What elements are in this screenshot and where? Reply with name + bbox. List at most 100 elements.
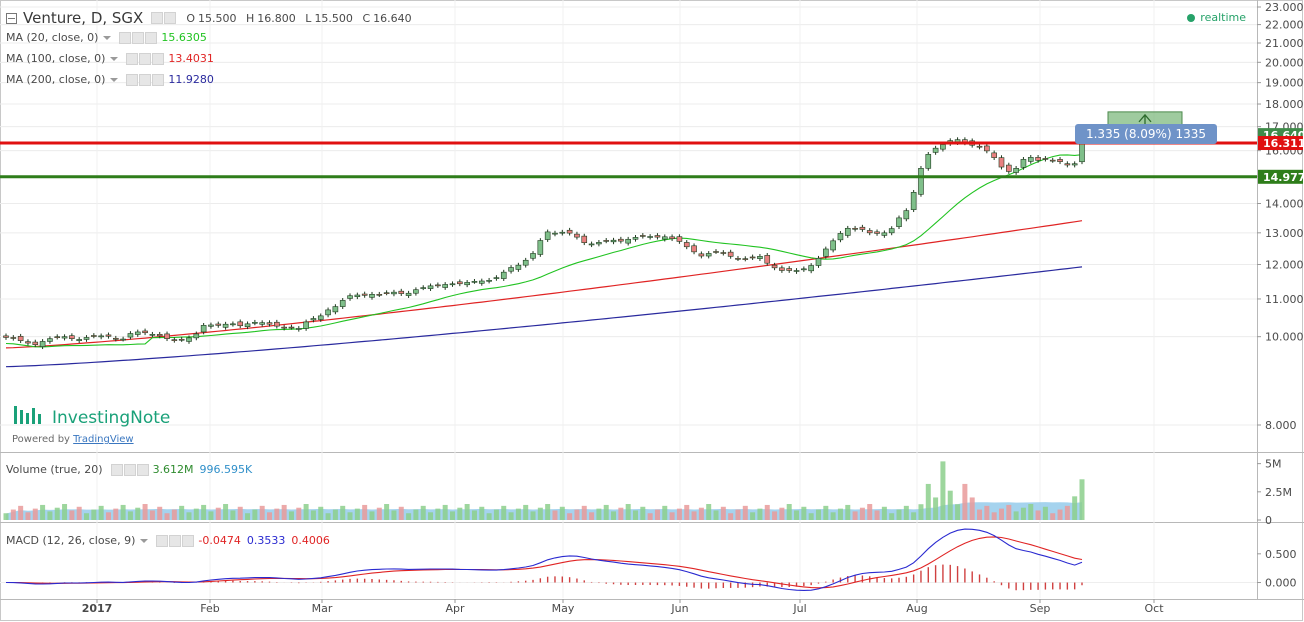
candle xyxy=(844,227,851,236)
volume-controls[interactable] xyxy=(110,463,149,476)
chevron-down-icon[interactable] xyxy=(103,35,112,40)
volume-bar xyxy=(376,507,382,520)
candle xyxy=(1064,163,1071,166)
volume-bar xyxy=(428,512,434,520)
candle xyxy=(252,321,258,324)
candle xyxy=(918,168,924,195)
volume-bar xyxy=(735,509,741,520)
gear-icon[interactable] xyxy=(169,534,182,547)
volume-bar xyxy=(245,513,251,520)
candle xyxy=(435,284,441,287)
candle xyxy=(178,338,185,341)
chevron-down-icon[interactable] xyxy=(110,77,119,82)
collapse-icon[interactable] xyxy=(6,12,17,24)
candle xyxy=(764,255,771,264)
candle xyxy=(295,328,302,330)
close-icon[interactable] xyxy=(182,534,195,547)
eye-icon[interactable] xyxy=(119,31,132,44)
brand-logo[interactable]: InvestingNote xyxy=(12,404,170,428)
ma100-controls[interactable] xyxy=(126,52,165,65)
candle xyxy=(339,300,346,307)
candle xyxy=(508,267,514,272)
candle xyxy=(25,341,31,344)
eye-icon[interactable] xyxy=(126,52,139,65)
gear-icon[interactable] xyxy=(139,73,152,86)
symbol-title: Venture, D, SGX xyxy=(23,9,144,27)
candle xyxy=(998,157,1005,168)
chevron-down-icon[interactable] xyxy=(110,56,119,61)
high-value: 16.800 xyxy=(257,11,296,25)
candle xyxy=(427,285,434,289)
eye-icon[interactable] xyxy=(110,463,123,476)
chart-canvas[interactable]: 8.00010.00011.00012.00013.00014.00015.00… xyxy=(0,0,1304,622)
candle xyxy=(383,292,390,294)
eye-icon[interactable] xyxy=(151,12,164,24)
powered-by: Powered by TradingView xyxy=(12,434,170,445)
macd-legend: MACD (12, 26, close, 9) -0.0474 0.3533 0… xyxy=(6,534,330,547)
candle xyxy=(515,264,522,270)
volume-bar xyxy=(977,509,983,520)
ma200-controls[interactable] xyxy=(126,73,165,86)
eye-icon[interactable] xyxy=(156,534,169,547)
volume-bar xyxy=(3,513,9,520)
candle xyxy=(1071,163,1078,166)
volume-bar xyxy=(581,505,587,520)
gear-icon[interactable] xyxy=(164,12,177,24)
volume-bar xyxy=(530,511,536,520)
candle xyxy=(632,237,639,240)
candle xyxy=(32,341,39,345)
tradingview-link[interactable]: TradingView xyxy=(73,434,133,445)
candle xyxy=(581,235,588,243)
realtime-status: realtime xyxy=(1187,11,1246,24)
candle xyxy=(976,145,983,148)
ma100-legend: MA (100, close, 0) 13.4031 xyxy=(6,52,214,65)
candle xyxy=(940,144,946,150)
volume-bar xyxy=(450,511,456,520)
volume-bar xyxy=(208,511,214,520)
volume-bar xyxy=(464,504,470,520)
candle xyxy=(618,238,624,242)
close-icon[interactable] xyxy=(145,31,158,44)
candle xyxy=(654,235,661,238)
low-label: L xyxy=(305,11,312,25)
volume-bar xyxy=(596,508,602,520)
volume-bar xyxy=(801,506,807,520)
candle xyxy=(317,315,324,320)
eye-icon[interactable] xyxy=(126,73,139,86)
volume-bar xyxy=(201,504,207,520)
volume-bar xyxy=(223,504,229,520)
candle xyxy=(3,335,9,338)
y-tick-label: 11.000 xyxy=(1265,293,1304,306)
volume-bar xyxy=(713,510,719,520)
close-icon[interactable] xyxy=(152,52,165,65)
candle xyxy=(727,251,734,257)
gear-icon[interactable] xyxy=(123,463,136,476)
macd-controls[interactable] xyxy=(156,534,195,547)
x-tick-label: Mar xyxy=(312,602,333,615)
candle xyxy=(134,331,141,335)
candle xyxy=(105,334,112,337)
candle xyxy=(186,337,192,342)
candle xyxy=(1027,157,1034,162)
close-icon[interactable] xyxy=(136,463,149,476)
close-icon[interactable] xyxy=(152,73,165,86)
gear-icon[interactable] xyxy=(132,31,145,44)
ma20-label: MA (20, close, 0) xyxy=(6,31,99,44)
candle xyxy=(610,239,617,243)
candle xyxy=(683,242,690,248)
symbol-controls[interactable] xyxy=(151,12,177,24)
volume-bar xyxy=(881,506,887,520)
volume-bar xyxy=(325,513,331,520)
gear-icon[interactable] xyxy=(139,52,152,65)
chevron-down-icon[interactable] xyxy=(140,538,149,543)
candle xyxy=(852,227,858,230)
volume-bar xyxy=(918,504,924,520)
volume-bar xyxy=(779,507,785,520)
ma20-controls[interactable] xyxy=(119,31,158,44)
candle xyxy=(1013,168,1019,173)
candle xyxy=(266,322,273,325)
candle xyxy=(837,233,844,241)
candle xyxy=(413,289,419,294)
y-tick-label: 14.000 xyxy=(1265,197,1304,210)
y-tick-label: 19.000 xyxy=(1265,77,1304,90)
